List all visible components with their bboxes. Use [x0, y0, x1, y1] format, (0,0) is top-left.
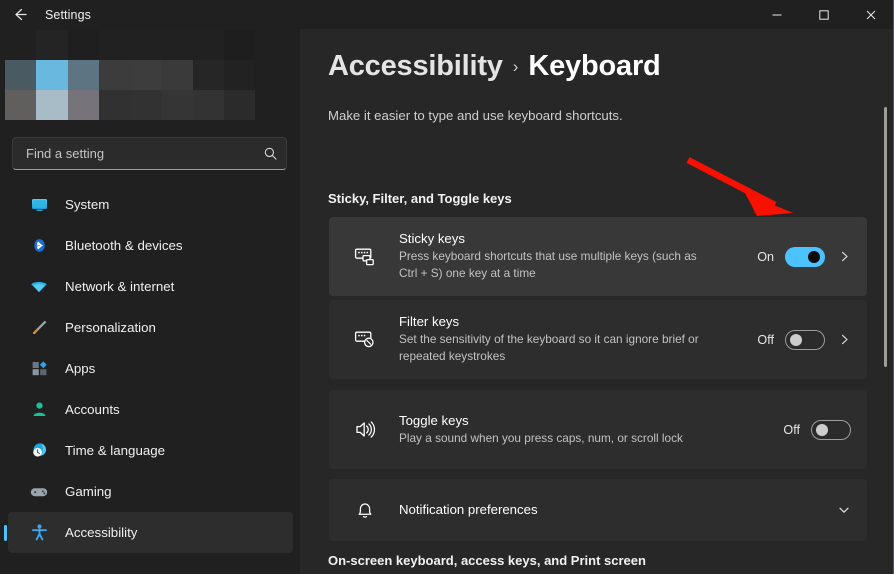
page-subtitle: Make it easier to type and use keyboard … [328, 108, 623, 123]
blurred-account-avatar [5, 30, 255, 120]
sidebar-item-accounts[interactable]: Accounts [8, 389, 293, 430]
sidebar-item-apps[interactable]: Apps [8, 348, 293, 389]
search-box[interactable] [12, 137, 287, 170]
filter-keys-icon [345, 328, 385, 351]
setting-description: Press keyboard shortcuts that use multip… [399, 249, 697, 280]
setting-card-controls: On [757, 246, 851, 267]
sidebar-item-gaming[interactable]: Gaming [8, 471, 293, 512]
setting-card-controls: Off [783, 419, 851, 440]
setting-title: Toggle keys [399, 412, 469, 428]
title-bar: Settings [0, 0, 894, 29]
sidebar-item-label: Personalization [65, 320, 156, 335]
breadcrumb: Accessibility › Keyboard [328, 50, 661, 83]
sidebar-item-bluetooth-devices[interactable]: Bluetooth & devices [8, 225, 293, 266]
chevron-right-icon[interactable] [825, 250, 851, 263]
toggle-state-label: On [757, 249, 774, 264]
sidebar-nav: System Bluetooth & devices Network & int… [8, 184, 293, 553]
section-heading-sticky-filter-toggle: Sticky, Filter, and Toggle keys [328, 191, 512, 206]
setting-card-sticky-keys[interactable]: Sticky keys Press keyboard shortcuts tha… [329, 217, 867, 296]
paintbrush-icon [26, 316, 52, 340]
sticky-keys-icon [345, 245, 385, 268]
minimize-icon [772, 14, 781, 15]
wifi-icon [26, 275, 52, 299]
arrow-left-icon [14, 8, 27, 21]
sidebar-item-personalization[interactable]: Personalization [8, 307, 293, 348]
chevron-down-icon[interactable] [825, 503, 851, 517]
search-icon [254, 146, 286, 161]
setting-card-controls: Off [757, 329, 851, 350]
sidebar-item-label: Time & language [65, 443, 166, 458]
filter-keys-toggle[interactable] [785, 329, 825, 350]
breadcrumb-separator: › [512, 56, 519, 76]
scrollbar[interactable] [882, 29, 890, 574]
sidebar-item-accessibility[interactable]: Accessibility [8, 512, 293, 553]
setting-description: Play a sound when you press caps, num, o… [399, 430, 683, 445]
sidebar-item-label: Accounts [65, 402, 120, 417]
sidebar-item-network-internet[interactable]: Network & internet [8, 266, 293, 307]
setting-title: Sticky keys [399, 231, 465, 247]
section-heading-onscreen-keyboard: On-screen keyboard, access keys, and Pri… [328, 553, 646, 568]
sidebar-item-system[interactable]: System [8, 184, 293, 225]
monitor-icon [26, 193, 52, 217]
sticky-keys-toggle[interactable] [785, 246, 825, 267]
chevron-right-icon[interactable] [825, 333, 851, 346]
bluetooth-icon [26, 234, 52, 258]
sidebar-item-label: Gaming [65, 484, 112, 499]
speaker-icon [345, 418, 385, 441]
window-controls [753, 0, 894, 29]
gamepad-icon [26, 480, 52, 504]
close-button[interactable] [847, 0, 894, 29]
setting-card-text: Filter keys Set the sensitivity of the k… [399, 314, 757, 365]
expander-text: Notification preferences [399, 501, 825, 519]
back-button[interactable] [0, 0, 38, 29]
breadcrumb-parent[interactable]: Accessibility [328, 50, 503, 83]
setting-description: Set the sensitivity of the keyboard so i… [399, 332, 699, 363]
sidebar-item-label: Apps [65, 361, 96, 376]
maximize-icon [818, 9, 829, 20]
toggle-knob [816, 423, 828, 436]
person-icon [26, 398, 52, 422]
sidebar-item-label: System [65, 197, 110, 212]
scrollbar-thumb[interactable] [884, 107, 887, 367]
page-title: Keyboard [528, 50, 661, 82]
setting-card-text: Toggle keys Play a sound when you press … [399, 413, 783, 447]
close-icon [866, 10, 875, 19]
accessibility-person-icon [26, 521, 52, 545]
main-content: Accessibility › Keyboard Make it easier … [300, 29, 894, 574]
setting-card-toggle-keys[interactable]: Toggle keys Play a sound when you press … [329, 390, 867, 469]
sidebar-item-label: Bluetooth & devices [65, 238, 183, 253]
expander-notification-preferences[interactable]: Notification preferences [329, 479, 867, 541]
setting-card-filter-keys[interactable]: Filter keys Set the sensitivity of the k… [329, 300, 867, 379]
setting-title: Filter keys [399, 314, 460, 330]
sidebar-item-label: Network & internet [65, 279, 175, 294]
bell-icon [345, 499, 385, 521]
clock-globe-icon [26, 439, 52, 463]
toggle-state-label: Off [783, 422, 800, 437]
toggle-knob [790, 333, 802, 346]
sidebar: System Bluetooth & devices Network & int… [0, 29, 300, 574]
sidebar-item-label: Accessibility [65, 525, 138, 540]
minimize-button[interactable] [753, 0, 800, 29]
setting-card-text: Sticky keys Press keyboard shortcuts tha… [399, 231, 757, 282]
maximize-button[interactable] [800, 0, 847, 29]
app-title: Settings [45, 7, 91, 22]
toggle-knob [808, 250, 820, 263]
search-input[interactable] [13, 146, 254, 161]
expander-title: Notification preferences [399, 502, 538, 517]
sidebar-item-time-language[interactable]: Time & language [8, 430, 293, 471]
toggle-keys-toggle[interactable] [811, 419, 851, 440]
apps-icon [26, 357, 52, 381]
toggle-state-label: Off [757, 332, 774, 347]
